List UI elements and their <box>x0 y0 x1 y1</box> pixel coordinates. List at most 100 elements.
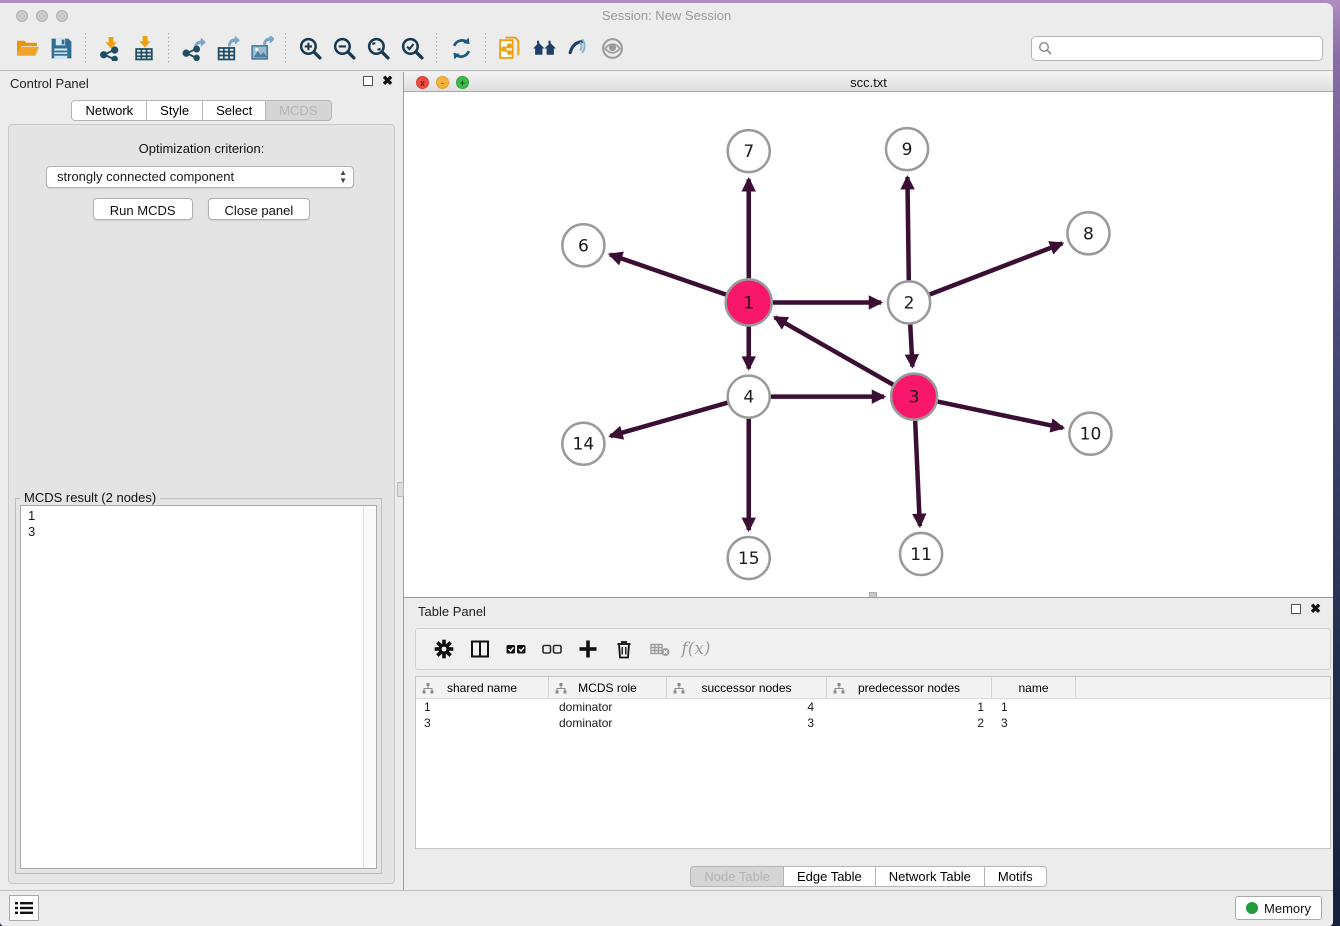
delete-table-icon <box>649 638 671 660</box>
criterion-value: strongly connected component <box>57 169 234 184</box>
search-input[interactable] <box>1031 36 1323 61</box>
edge-2-9[interactable] <box>907 177 908 280</box>
edge-3-1[interactable] <box>775 317 893 384</box>
column-header-mcds-role[interactable]: MCDS role <box>549 677 667 698</box>
show-column-panel-button[interactable] <box>462 632 498 666</box>
save-session-button[interactable] <box>44 32 78 66</box>
main-toolbar <box>0 27 1333 71</box>
cell-name: 1 <box>992 700 1076 714</box>
edge-1-6[interactable] <box>610 254 726 294</box>
tab-network[interactable]: Network <box>71 100 147 121</box>
cell-shared-name: 1 <box>416 700 549 714</box>
cell-successor-nodes: 4 <box>667 700 827 714</box>
hide-swoosh-icon <box>566 36 591 61</box>
zoom-fit-button[interactable] <box>361 32 395 66</box>
toolbar-separator <box>436 33 437 65</box>
tab-style[interactable]: Style <box>147 100 203 121</box>
network-window-titlebar[interactable]: x - + scc.txt <box>404 72 1333 92</box>
hierarchy-icon <box>422 683 434 694</box>
column-header-shared-name[interactable]: shared name <box>416 677 549 698</box>
zoom-out-button[interactable] <box>327 32 361 66</box>
edge-2-3[interactable] <box>910 324 912 366</box>
import-network-button[interactable] <box>93 32 127 66</box>
cell-predecessor-nodes: 1 <box>827 700 992 714</box>
export-image-button[interactable] <box>244 32 278 66</box>
export-image-icon <box>249 36 274 61</box>
close-panel-button[interactable]: Close panel <box>208 198 311 220</box>
status-bar: Memory <box>0 890 1333 926</box>
node-table[interactable]: shared name MCDS role successor nodes <box>415 676 1331 849</box>
mcds-result-text[interactable]: 1 3 <box>20 505 377 869</box>
float-table-panel-icon[interactable] <box>1291 604 1301 614</box>
delete-table-button[interactable] <box>642 632 678 666</box>
new-network-from-selection-button[interactable] <box>493 32 527 66</box>
eye-icon <box>600 36 625 61</box>
run-mcds-button[interactable]: Run MCDS <box>93 198 193 220</box>
gear-icon <box>433 638 455 660</box>
columns-icon <box>469 638 491 660</box>
memory-button[interactable]: Memory <box>1235 896 1322 920</box>
zoom-in-icon <box>298 36 323 61</box>
refresh-icon <box>449 36 474 61</box>
table-toolbar: f(x) <box>415 628 1331 670</box>
tab-node-table[interactable]: Node Table <box>690 866 784 887</box>
node-label-15: 15 <box>738 549 760 569</box>
splitter-grip[interactable] <box>397 482 404 497</box>
zoom-in-button[interactable] <box>293 32 327 66</box>
column-header-name[interactable]: name <box>992 677 1076 698</box>
first-neighbors-button[interactable] <box>527 32 561 66</box>
checked-boxes-icon <box>505 638 527 660</box>
deselect-all-button[interactable] <box>534 632 570 666</box>
plus-icon <box>577 638 599 660</box>
edge-3-11[interactable] <box>915 421 920 526</box>
zoom-selected-icon <box>400 36 425 61</box>
refresh-button[interactable] <box>444 32 478 66</box>
column-header-predecessor-nodes[interactable]: predecessor nodes <box>827 677 992 698</box>
close-table-panel-icon[interactable]: ✖ <box>1310 604 1321 614</box>
edge-3-10[interactable] <box>938 402 1063 428</box>
zoom-selected-button[interactable] <box>395 32 429 66</box>
add-column-button[interactable] <box>570 632 606 666</box>
edge-2-8[interactable] <box>930 243 1063 294</box>
cell-mcds-role: dominator <box>549 700 667 714</box>
table-row[interactable]: 1 dominator 4 1 1 <box>416 699 1330 715</box>
criterion-select[interactable]: strongly connected component ▲▼ <box>46 166 354 188</box>
hide-selected-button[interactable] <box>561 32 595 66</box>
control-panel-title: Control Panel <box>10 76 89 91</box>
table-row[interactable]: 3 dominator 3 2 3 <box>416 715 1330 731</box>
open-session-button[interactable] <box>10 32 44 66</box>
task-history-button[interactable] <box>9 895 39 921</box>
network-canvas[interactable]: 1234678910111415 <box>404 92 1333 597</box>
tab-edge-table[interactable]: Edge Table <box>784 866 876 887</box>
column-header-successor-nodes[interactable]: successor nodes <box>667 677 827 698</box>
select-steppers-icon: ▲▼ <box>339 169 347 185</box>
export-table-button[interactable] <box>210 32 244 66</box>
hierarchy-icon <box>673 683 685 694</box>
node-label-8: 8 <box>1083 224 1094 244</box>
hierarchy-icon <box>555 683 567 694</box>
export-network-button[interactable] <box>176 32 210 66</box>
result-line: 3 <box>28 524 376 540</box>
table-header-row: shared name MCDS role successor nodes <box>416 677 1330 699</box>
memory-status-icon <box>1246 902 1258 914</box>
tab-network-table[interactable]: Network Table <box>876 866 985 887</box>
import-table-button[interactable] <box>127 32 161 66</box>
close-panel-icon[interactable]: ✖ <box>382 76 393 86</box>
table-settings-button[interactable] <box>426 632 462 666</box>
function-builder-button[interactable]: f(x) <box>678 632 714 666</box>
tab-mcds[interactable]: MCDS <box>266 100 331 121</box>
export-network-icon <box>181 36 206 61</box>
node-label-9: 9 <box>902 140 913 160</box>
show-all-button[interactable] <box>595 32 629 66</box>
select-all-button[interactable] <box>498 632 534 666</box>
mcds-panel: Optimization criterion: strongly connect… <box>8 124 395 884</box>
edge-4-14[interactable] <box>610 403 727 436</box>
network-graph[interactable]: 1234678910111415 <box>404 92 1333 598</box>
toolbar-separator <box>85 33 86 65</box>
tab-motifs[interactable]: Motifs <box>985 866 1047 887</box>
result-scrollbar[interactable] <box>363 506 376 868</box>
float-panel-icon[interactable] <box>363 76 373 86</box>
delete-column-button[interactable] <box>606 632 642 666</box>
optimization-criterion-label: Optimization criterion: <box>9 141 394 156</box>
tab-select[interactable]: Select <box>203 100 266 121</box>
